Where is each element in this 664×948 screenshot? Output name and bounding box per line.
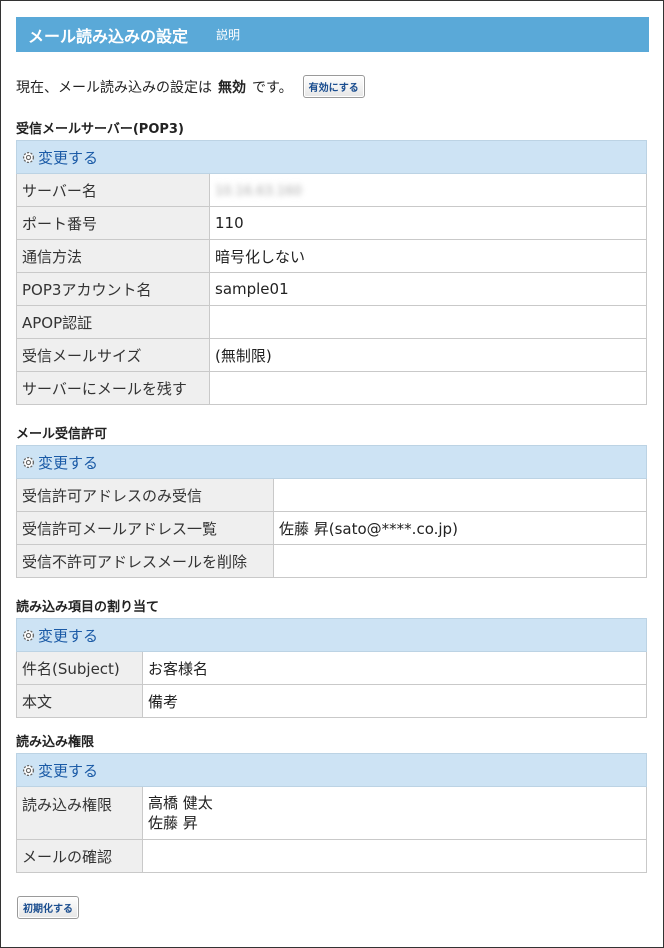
table-row: POP3アカウント名 sample01 [16, 272, 647, 306]
pop3-section-title: 受信メールサーバー(POP3) [16, 122, 184, 137]
table-row: 受信許可アドレスのみ受信 [16, 478, 647, 512]
account-value: sample01 [209, 272, 647, 306]
settings-page: メール読み込みの設定 説明 現在、メール読み込みの設定は 無効 です。 有効にす… [0, 0, 664, 948]
auth-users-value: 高橋 健太 佐藤 昇 [142, 786, 647, 840]
change-label: 変更する [38, 761, 99, 780]
port-value: 110 [209, 206, 647, 240]
table-row: 通信方法 暗号化しない [16, 239, 647, 273]
table-row: サーバー名 10.16.63.160 [16, 173, 647, 207]
row-label: 通信方法 [16, 239, 210, 273]
row-value [273, 478, 647, 512]
status-suffix: です。 [252, 79, 293, 96]
keep-mail-value [209, 371, 647, 405]
row-label: サーバー名 [16, 173, 210, 207]
auth-user: 高橋 健太 [148, 794, 213, 812]
page-title: メール読み込みの設定 [28, 26, 189, 46]
permit-section-title: メール受信許可 [16, 427, 108, 442]
status-prefix: 現在、メール読み込みの設定は [16, 79, 212, 96]
row-label: APOP認証 [16, 305, 210, 339]
help-link[interactable]: 説明 [216, 26, 240, 43]
auth-table: 変更する 読み込み権限 高橋 健太 佐藤 昇 メールの確認 [16, 753, 647, 873]
change-label: 変更する [38, 626, 99, 645]
pop3-change-button[interactable]: 変更する [21, 147, 642, 168]
gear-icon [22, 456, 35, 468]
mail-size-value: (無制限) [209, 338, 647, 372]
row-label: 受信メールサイズ [16, 338, 210, 372]
mapping-table: 変更する 件名(Subject) お客様名 本文 備考 [16, 618, 647, 718]
gear-icon [22, 151, 35, 163]
row-label: 受信許可メールアドレス一覧 [16, 511, 274, 545]
table-row: 受信メールサイズ (無制限) [16, 338, 647, 372]
row-value [273, 544, 647, 578]
gear-icon [22, 629, 35, 641]
pop3-table: 変更する サーバー名 10.16.63.160 ポート番号 110 通信方法 暗… [16, 140, 647, 405]
protocol-value: 暗号化しない [209, 239, 647, 273]
row-label: メールの確認 [16, 839, 143, 873]
reset-button[interactable]: 初期化する [17, 896, 79, 919]
row-label: 受信許可アドレスのみ受信 [16, 478, 274, 512]
table-row: 受信許可メールアドレス一覧 佐藤 昇(sato@****.co.jp) [16, 511, 647, 545]
table-row: 本文 備考 [16, 684, 647, 718]
row-label: 読み込み権限 [16, 786, 143, 840]
table-row: APOP認証 [16, 305, 647, 339]
table-row: 読み込み権限 高橋 健太 佐藤 昇 [16, 786, 647, 840]
row-label: ポート番号 [16, 206, 210, 240]
change-label: 変更する [38, 148, 99, 167]
enable-button[interactable]: 有効にする [302, 75, 365, 98]
row-label: 本文 [16, 684, 143, 718]
auth-change-button[interactable]: 変更する [21, 760, 642, 781]
table-row: ポート番号 110 [16, 206, 647, 240]
server-name-value: 10.16.63.160 [215, 184, 302, 199]
gear-icon [22, 764, 35, 776]
row-label: 件名(Subject) [16, 651, 143, 685]
status-line: 現在、メール読み込みの設定は 無効 です。 有効にする [16, 75, 365, 98]
body-mapping-value: 備考 [142, 684, 647, 718]
change-label: 変更する [38, 453, 99, 472]
status-value: 無効 [218, 79, 246, 96]
table-row: 件名(Subject) お客様名 [16, 651, 647, 685]
permit-change-button[interactable]: 変更する [21, 452, 642, 473]
row-label: 受信不許可アドレスメールを削除 [16, 544, 274, 578]
allowed-address-value: 佐藤 昇(sato@****.co.jp) [273, 511, 647, 545]
auth-section-title: 読み込み権限 [16, 735, 95, 750]
apop-value [209, 305, 647, 339]
row-value [142, 839, 647, 873]
row-label: サーバーにメールを残す [16, 371, 210, 405]
subject-mapping-value: お客様名 [142, 651, 647, 685]
permit-table: 変更する 受信許可アドレスのみ受信 受信許可メールアドレス一覧 佐藤 昇(sat… [16, 445, 647, 578]
table-row: サーバーにメールを残す [16, 371, 647, 405]
table-row: メールの確認 [16, 839, 647, 873]
mapping-change-button[interactable]: 変更する [21, 625, 642, 646]
mapping-section-title: 読み込み項目の割り当て [16, 600, 160, 615]
row-label: POP3アカウント名 [16, 272, 210, 306]
page-header: メール読み込みの設定 説明 [16, 17, 649, 52]
auth-user: 佐藤 昇 [148, 814, 198, 832]
table-row: 受信不許可アドレスメールを削除 [16, 544, 647, 578]
